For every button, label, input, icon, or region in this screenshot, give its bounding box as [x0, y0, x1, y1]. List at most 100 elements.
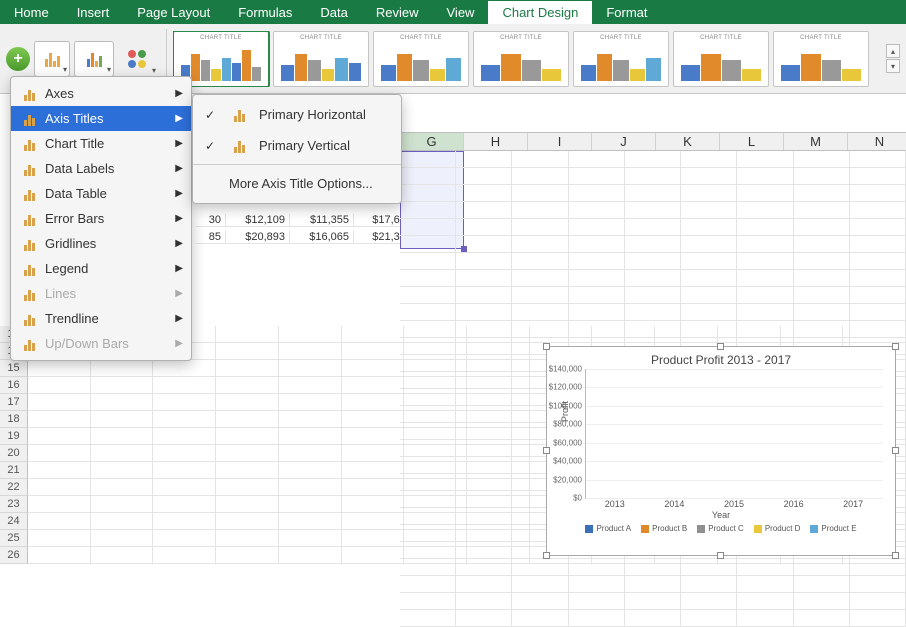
chart-colors-button[interactable]: ▾ — [118, 41, 158, 77]
menu-item-label: Data Labels — [45, 161, 114, 176]
chart-styles-gallery: Chart Title CHART TITLE CHART TITLE CHAR… — [173, 31, 880, 87]
add-chart-element-button[interactable]: + — [6, 47, 30, 71]
tab-chart-design[interactable]: Chart Design — [488, 1, 592, 24]
tab-data[interactable]: Data — [306, 1, 361, 24]
row-header-16[interactable]: 16 — [0, 377, 28, 394]
legend-item[interactable]: Product A — [585, 524, 631, 533]
tab-format[interactable]: Format — [592, 1, 661, 24]
menu-item-axis-titles[interactable]: Axis Titles▶ — [11, 106, 191, 131]
menu-item-label: Legend — [45, 261, 88, 276]
menu-item-data-table[interactable]: Data Table▶ — [11, 181, 191, 206]
tab-home[interactable]: Home — [0, 1, 63, 24]
x-axis-label[interactable]: Year — [555, 510, 887, 520]
col-header-g[interactable]: G — [400, 133, 464, 150]
submenu-more-options[interactable]: More Axis Title Options... — [193, 168, 401, 199]
menu-item-lines: Lines ▶ — [11, 281, 191, 306]
checkmark-icon: ✓ — [205, 108, 219, 122]
chart-element-icon — [21, 87, 37, 101]
tab-view[interactable]: View — [433, 1, 489, 24]
row-header-24[interactable]: 24 — [0, 513, 28, 530]
chart-title[interactable]: Product Profit 2013 - 2017 — [555, 353, 887, 367]
x-tick: 2015 — [724, 499, 744, 509]
axis-horizontal-icon — [229, 108, 249, 122]
change-colors-button[interactable]: ▾ — [74, 41, 114, 77]
y-tick: $80,000 — [540, 420, 582, 429]
col-header-m[interactable]: M — [784, 133, 848, 150]
col-header-i[interactable]: I — [528, 133, 592, 150]
row-header-17[interactable]: 17 — [0, 394, 28, 411]
axis-vertical-icon — [229, 139, 249, 153]
x-tick: 2014 — [664, 499, 684, 509]
chevron-right-icon: ▶ — [175, 88, 183, 99]
menu-item-label: Axes — [45, 86, 74, 101]
chevron-right-icon: ▶ — [175, 338, 183, 349]
row-header-25[interactable]: 25 — [0, 530, 28, 547]
tab-page-layout[interactable]: Page Layout — [123, 1, 224, 24]
style-gallery-scroll[interactable]: ▴ ▾ — [886, 44, 900, 73]
legend-item[interactable]: Product D — [754, 524, 801, 533]
submenu-label: Primary Horizontal — [259, 107, 366, 122]
quick-layout-button[interactable]: ▾ — [34, 41, 70, 77]
col-header-l[interactable]: L — [720, 133, 784, 150]
menu-item-error-bars[interactable]: Error Bars▶ — [11, 206, 191, 231]
checkmark-icon: ✓ — [205, 139, 219, 153]
chart-style-7[interactable]: Chart Title — [773, 31, 869, 87]
menu-item-chart-title[interactable]: Chart Title▶ — [11, 131, 191, 156]
menu-item-axes[interactable]: Axes ▶ — [11, 81, 191, 106]
chart-element-icon — [21, 312, 37, 326]
scroll-down-icon[interactable]: ▾ — [886, 59, 900, 73]
chart-element-icon — [21, 237, 37, 251]
col-header-n[interactable]: N — [848, 133, 906, 150]
menu-item-label: Chart Title — [45, 136, 104, 151]
col-header-j[interactable]: J — [592, 133, 656, 150]
menu-item-label: Axis Titles — [45, 111, 104, 126]
scroll-up-icon[interactable]: ▴ — [886, 44, 900, 58]
row-header-20[interactable]: 20 — [0, 445, 28, 462]
chart-element-icon — [21, 137, 37, 151]
tab-formulas[interactable]: Formulas — [224, 1, 306, 24]
menu-item-gridlines[interactable]: Gridlines▶ — [11, 231, 191, 256]
x-tick: 2017 — [843, 499, 863, 509]
x-tick: 2013 — [605, 499, 625, 509]
chart-plot-area[interactable]: Profit $0$20,000$40,000$60,000$80,000$10… — [585, 369, 883, 499]
row-header-22[interactable]: 22 — [0, 479, 28, 496]
chart-element-icon — [21, 112, 37, 126]
menu-item-legend[interactable]: Legend▶ — [11, 256, 191, 281]
chart-style-4[interactable]: CHART TITLE — [473, 31, 569, 87]
menu-item-data-labels[interactable]: Data Labels▶ — [11, 156, 191, 181]
data-row-partial-2: 85 $20,893 $16,065 $21,388 — [196, 231, 418, 244]
legend-item[interactable]: Product C — [697, 524, 744, 533]
menu-item-label: Gridlines — [45, 236, 96, 251]
submenu-primary-vertical[interactable]: ✓ Primary Vertical — [193, 130, 401, 161]
col-header-k[interactable]: K — [656, 133, 720, 150]
row-header-15[interactable]: 15 — [0, 360, 28, 377]
col-header-h[interactable]: H — [464, 133, 528, 150]
chart-legend[interactable]: Product A Product B Product C Product D Prod… — [555, 524, 887, 533]
chart-style-3[interactable]: CHART TITLE — [373, 31, 469, 87]
chevron-right-icon: ▶ — [175, 288, 183, 299]
chart-style-2[interactable]: CHART TITLE — [273, 31, 369, 87]
row-headers: 1314151617181920212223242526 — [0, 326, 28, 564]
menu-item-label: Lines — [45, 286, 76, 301]
row-header-18[interactable]: 18 — [0, 411, 28, 428]
embedded-chart[interactable]: Product Profit 2013 - 2017 Profit $0$20,… — [546, 346, 896, 556]
ribbon-tabs: Home Insert Page Layout Formulas Data Re… — [0, 0, 906, 24]
row-header-19[interactable]: 19 — [0, 428, 28, 445]
tab-insert[interactable]: Insert — [63, 1, 124, 24]
row-header-26[interactable]: 26 — [0, 547, 28, 564]
menu-item-label: Trendline — [45, 311, 99, 326]
legend-item[interactable]: Product E — [810, 524, 856, 533]
submenu-primary-horizontal[interactable]: ✓ Primary Horizontal — [193, 99, 401, 130]
chart-style-6[interactable]: Chart Title — [673, 31, 769, 87]
legend-item[interactable]: Product B — [641, 524, 687, 533]
menu-item-trendline[interactable]: Trendline▶ — [11, 306, 191, 331]
y-tick: $120,000 — [540, 383, 582, 392]
chart-element-icon — [21, 337, 37, 351]
y-tick: $60,000 — [540, 438, 582, 447]
menu-item-label: Error Bars — [45, 211, 104, 226]
row-header-23[interactable]: 23 — [0, 496, 28, 513]
chart-style-5[interactable]: Chart Title — [573, 31, 669, 87]
row-header-21[interactable]: 21 — [0, 462, 28, 479]
tab-review[interactable]: Review — [362, 1, 433, 24]
chart-element-icon — [21, 162, 37, 176]
